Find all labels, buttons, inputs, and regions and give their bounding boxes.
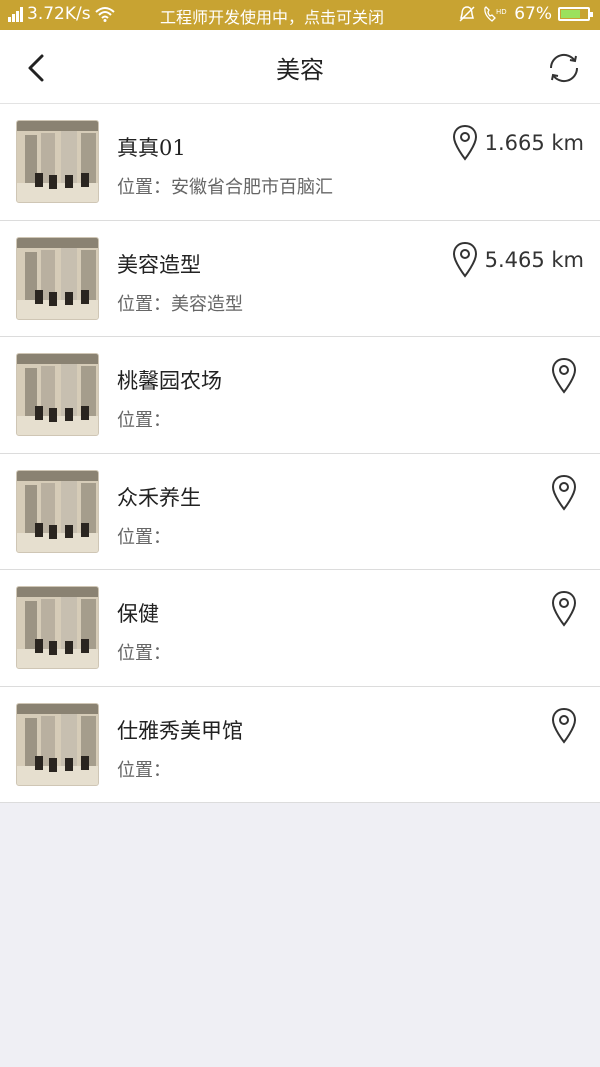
location-pin-icon [452, 241, 477, 278]
list-item[interactable]: 桃馨园农场 位置： [0, 337, 600, 454]
shop-name: 仕雅秀美甲馆 [117, 718, 243, 743]
distance-text: 5.465 km [484, 247, 584, 272]
shop-thumbnail [16, 120, 99, 203]
refresh-button[interactable] [544, 48, 584, 88]
svg-text:HD: HD [496, 8, 507, 16]
status-left: 3.72K/s [8, 4, 115, 24]
location-pin-icon [551, 590, 577, 627]
shop-name: 真真01 [117, 136, 186, 160]
wifi-icon [94, 7, 115, 22]
hd-call-icon: HD [484, 6, 507, 22]
shop-thumbnail [16, 353, 99, 436]
shop-distance: 5.465 km [451, 241, 584, 279]
location-pin-icon [452, 124, 477, 161]
nav-bar: 美容 [0, 30, 600, 104]
shop-distance [550, 707, 584, 745]
location-pin-icon [551, 707, 577, 744]
location-pin-icon [551, 474, 577, 511]
shop-name: 保健 [117, 602, 159, 626]
network-speed: 3.72K/s [27, 4, 91, 24]
shop-address: 位置： [117, 410, 171, 431]
shop-thumbnail [16, 702, 99, 786]
shop-address: 位置：安徽省合肥市百脑汇 [117, 177, 333, 198]
shop-thumbnail [16, 236, 99, 320]
page-title: 美容 [276, 56, 324, 84]
battery-percent: 67% [514, 4, 552, 24]
shop-distance [550, 590, 584, 628]
list-item[interactable]: 真真01 位置：安徽省合肥市百脑汇 1.665 km [0, 104, 600, 221]
shop-thumbnail [16, 469, 99, 553]
empty-area [0, 803, 600, 1067]
distance-text: 1.665 km [484, 131, 584, 155]
location-pin-icon [551, 357, 577, 394]
shop-thumbnail [16, 586, 99, 669]
status-bar: 3.72K/s 工程师开发使用中，点击可关闭 HD 67% [0, 0, 600, 30]
list-item[interactable]: 保健 位置： [0, 570, 600, 687]
list-item[interactable]: 美容造型 位置：美容造型 5.465 km [0, 221, 600, 337]
shop-distance [550, 474, 584, 512]
shop-address: 位置： [117, 643, 171, 664]
refresh-icon [549, 53, 579, 83]
shop-name: 桃馨园农场 [117, 369, 222, 393]
shop-address: 位置：美容造型 [117, 293, 243, 315]
shop-distance [550, 357, 584, 395]
developer-notice[interactable]: 工程师开发使用中，点击可关闭 [160, 4, 384, 28]
list-item[interactable]: 众禾养生 位置： [0, 454, 600, 570]
shop-name: 众禾养生 [117, 485, 201, 510]
shop-list: 真真01 位置：安徽省合肥市百脑汇 1.665 km 美容造型 位置：美容造型 … [0, 104, 600, 803]
shop-address: 位置： [117, 526, 171, 548]
shop-distance: 1.665 km [451, 124, 584, 162]
shop-name: 美容造型 [117, 252, 201, 277]
shop-address: 位置： [117, 759, 171, 781]
status-right: HD 67% [458, 4, 593, 24]
bell-off-icon [459, 6, 475, 22]
signal-icon [8, 6, 23, 22]
list-item[interactable]: 仕雅秀美甲馆 位置： [0, 687, 600, 803]
battery-icon [558, 7, 593, 21]
